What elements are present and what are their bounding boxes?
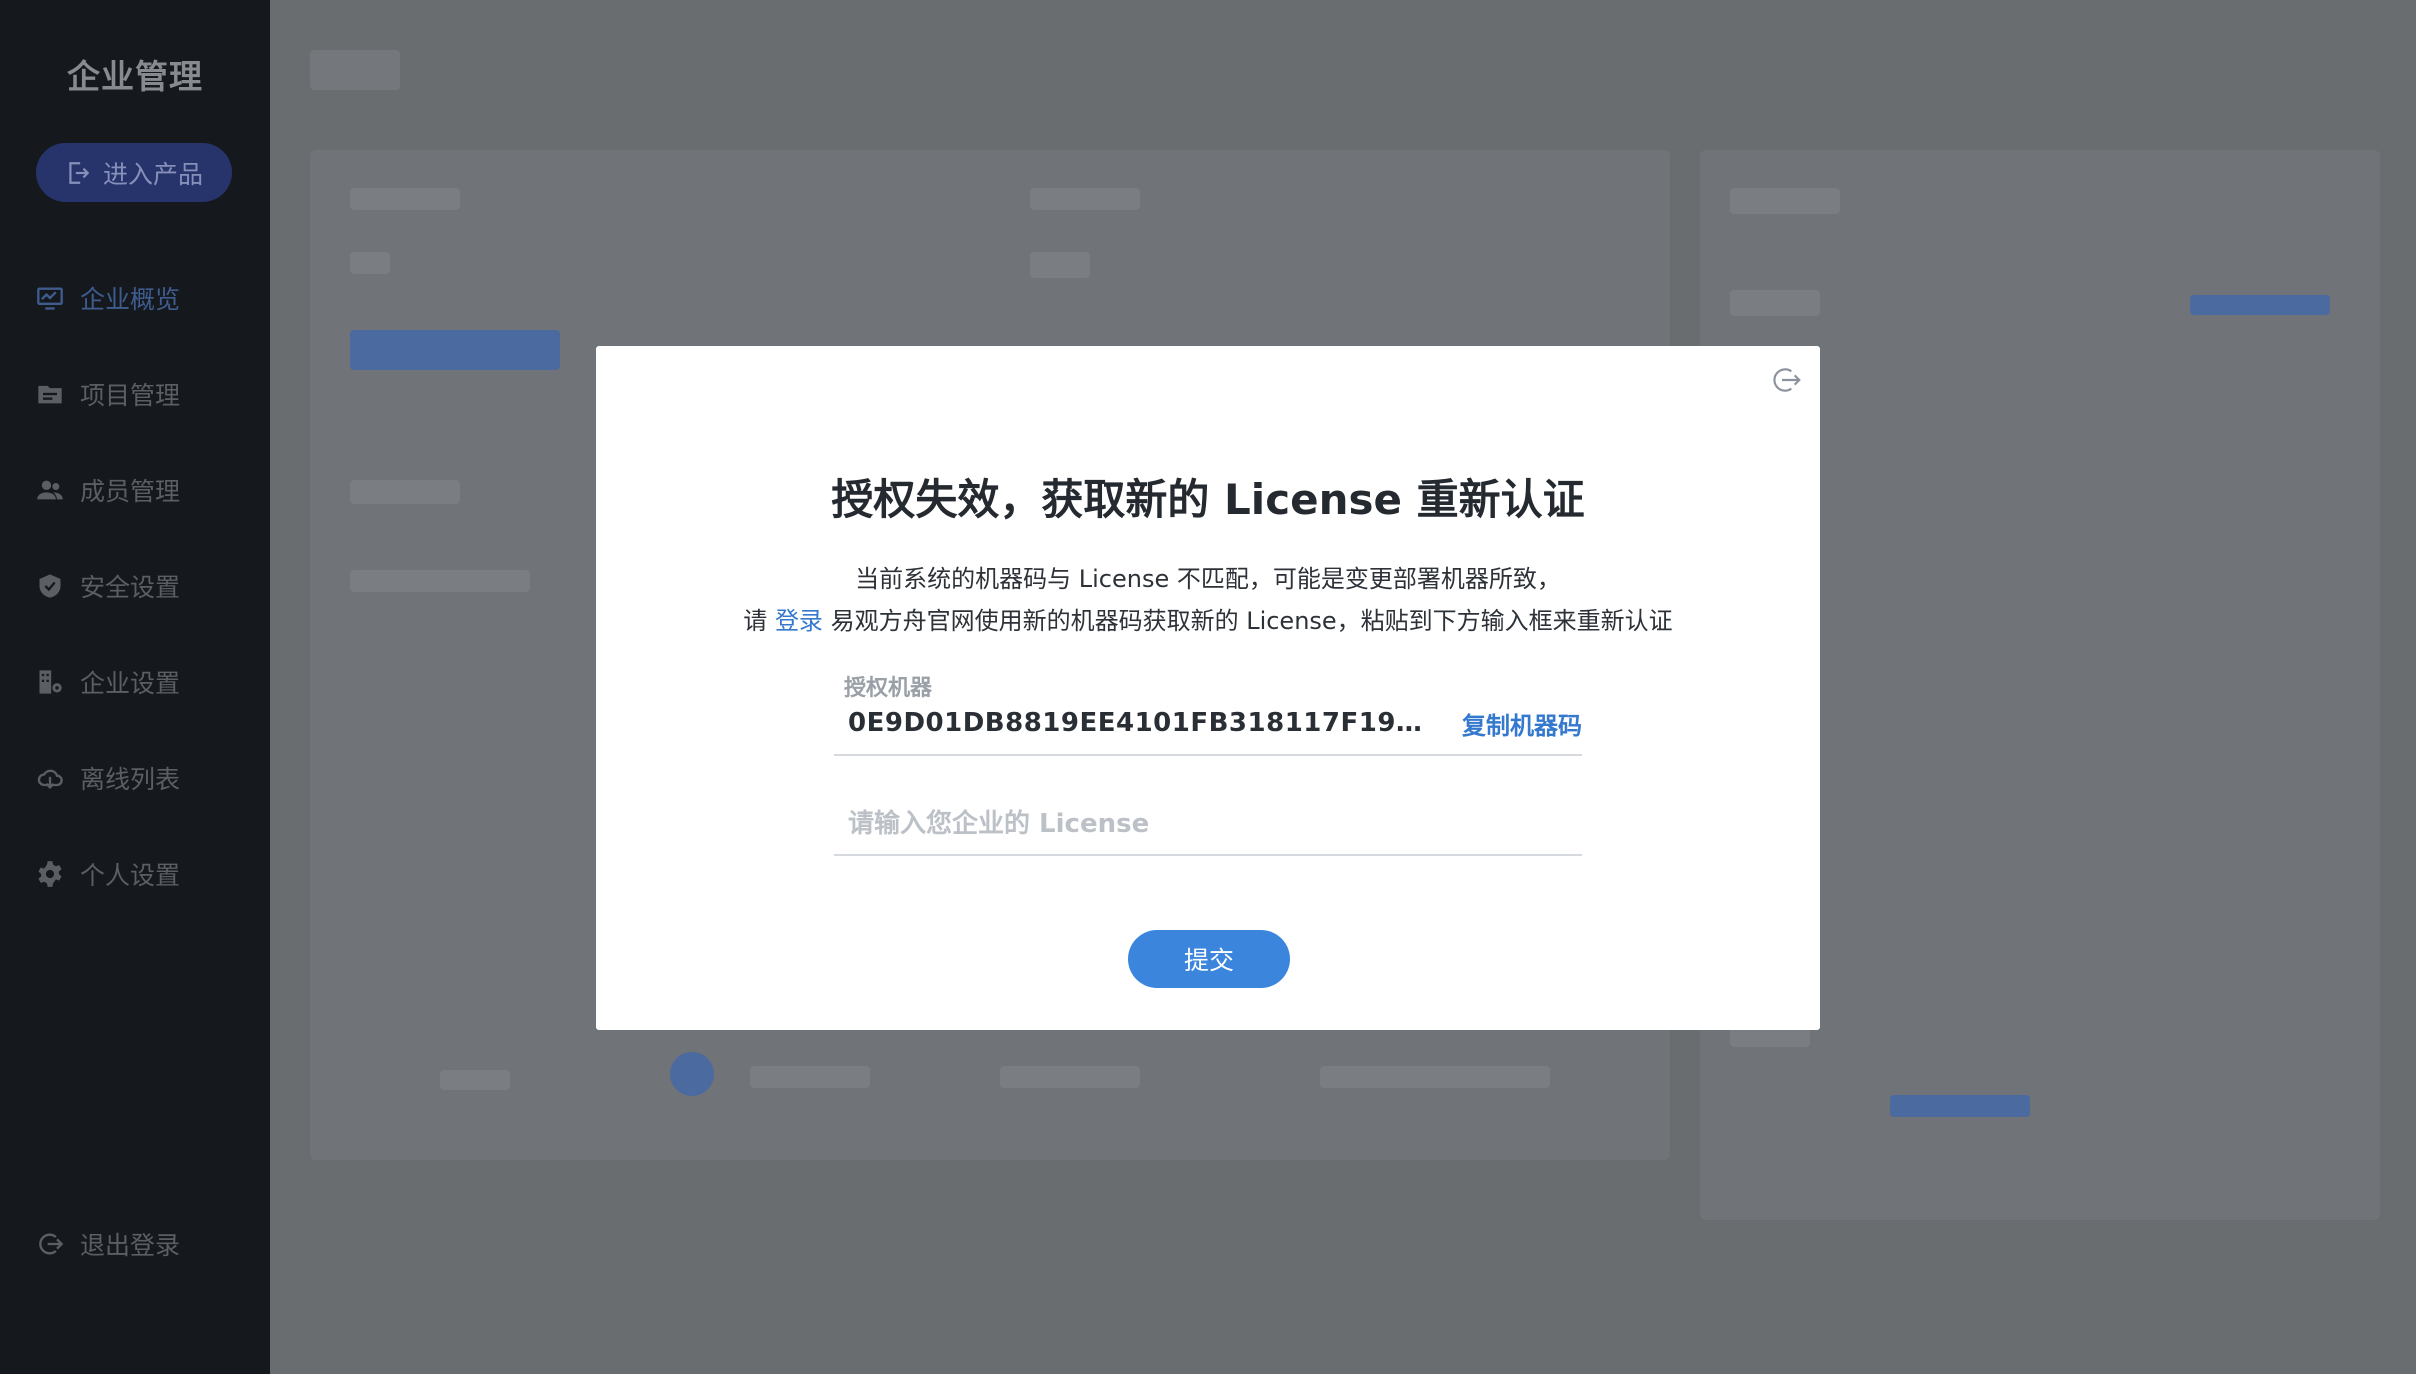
users-icon bbox=[37, 480, 63, 500]
bg-placeholder bbox=[2190, 295, 2330, 315]
bg-placeholder bbox=[1030, 188, 1140, 210]
submit-button[interactable]: 提交 bbox=[1128, 930, 1290, 988]
sidebar-item-security[interactable]: 安全设置 bbox=[0, 538, 270, 634]
sidebar-item-label: 个人设置 bbox=[80, 861, 181, 890]
sidebar-item-overview[interactable]: 企业概览 bbox=[0, 250, 270, 346]
license-field bbox=[834, 794, 1582, 856]
bg-placeholder bbox=[670, 1052, 714, 1096]
sidebar-item-personal-settings[interactable]: 个人设置 bbox=[0, 826, 270, 922]
folder-icon bbox=[38, 385, 62, 404]
copy-machine-code-button[interactable]: 复制机器码 bbox=[1462, 706, 1582, 741]
gear-icon bbox=[38, 861, 62, 887]
modal-description: 当前系统的机器码与 License 不匹配，可能是变更部署机器所致， 请 登录 … bbox=[596, 558, 1820, 642]
bg-placeholder bbox=[750, 1066, 870, 1088]
modal-title: 授权失效，获取新的 License 重新认证 bbox=[831, 475, 1585, 524]
description-suffix: 易观方舟官网使用新的机器码获取新的 License，粘贴到下方输入框来重新认证 bbox=[822, 607, 1673, 635]
enter-product-icon bbox=[69, 161, 90, 184]
sidebar: 企业管理 进入产品 企业概览 项目管理 成员管理 安全设置 企业设置 离线列表 … bbox=[0, 0, 270, 1374]
machine-code-field: 授权机器 0E9D01DB8819EE4101FB318117F19EE902E… bbox=[834, 670, 1582, 756]
sidebar-item-projects[interactable]: 项目管理 bbox=[0, 346, 270, 442]
sidebar-item-offline-list[interactable]: 离线列表 bbox=[0, 730, 270, 826]
license-modal: 授权失效，获取新的 License 重新认证 当前系统的机器码与 License… bbox=[596, 346, 1820, 1030]
sidebar-item-members[interactable]: 成员管理 bbox=[0, 442, 270, 538]
enter-product-button[interactable]: 进入产品 bbox=[36, 143, 232, 202]
sidebar-item-label: 项目管理 bbox=[80, 381, 181, 410]
logout-icon bbox=[39, 1233, 64, 1255]
sidebar-item-company-settings[interactable]: 企业设置 bbox=[0, 634, 270, 730]
logout-label: 退出登录 bbox=[80, 1231, 181, 1260]
sidebar-item-label: 企业设置 bbox=[80, 669, 181, 698]
description-line-1: 当前系统的机器码与 License 不匹配，可能是变更部署机器所致， bbox=[855, 565, 1561, 593]
enter-product-label: 进入产品 bbox=[102, 159, 203, 189]
bg-placeholder bbox=[440, 1070, 510, 1090]
building-gear-icon bbox=[39, 670, 62, 694]
monitor-chart-icon bbox=[37, 287, 63, 310]
machine-code-value: 0E9D01DB8819EE4101FB318117F19EE902E38... bbox=[848, 708, 1438, 738]
sidebar-item-label: 企业概览 bbox=[80, 285, 181, 314]
app-root: 企业管理 进入产品 企业概览 项目管理 成员管理 安全设置 企业设置 离线列表 … bbox=[0, 0, 2416, 1374]
sidebar-item-label: 安全设置 bbox=[80, 573, 181, 602]
description-line-2: 请 登录 易观方舟官网使用新的机器码获取新的 License，粘贴到下方输入框来… bbox=[596, 600, 1820, 642]
bg-placeholder bbox=[1030, 252, 1090, 278]
bg-placeholder bbox=[1000, 1066, 1140, 1088]
bg-placeholder bbox=[1890, 1095, 2030, 1117]
shield-check-icon bbox=[39, 574, 61, 598]
cloud-icon bbox=[37, 769, 63, 789]
description-prefix: 请 bbox=[743, 607, 775, 635]
bg-placeholder bbox=[1320, 1066, 1550, 1088]
sidebar-nav: 企业概览 项目管理 成员管理 安全设置 企业设置 离线列表 个人设置 bbox=[0, 250, 270, 922]
sidebar-item-label: 成员管理 bbox=[80, 477, 181, 506]
logout-button[interactable]: 退出登录 bbox=[36, 1226, 180, 1262]
license-input[interactable] bbox=[834, 794, 1582, 854]
sidebar-item-label: 离线列表 bbox=[80, 765, 181, 794]
bg-placeholder bbox=[350, 252, 390, 274]
bg-placeholder bbox=[1730, 188, 1840, 214]
close-icon bbox=[1773, 368, 1801, 392]
bg-placeholder bbox=[350, 330, 560, 370]
bg-placeholder bbox=[350, 188, 460, 210]
bg-placeholder bbox=[350, 570, 530, 592]
bg-placeholder bbox=[350, 480, 460, 504]
bg-page-title bbox=[310, 50, 400, 90]
sidebar-brand: 企业管理 bbox=[67, 57, 203, 96]
close-button[interactable] bbox=[1770, 364, 1802, 396]
bg-placeholder bbox=[1730, 290, 1820, 316]
machine-code-label: 授权机器 bbox=[844, 676, 933, 701]
login-link[interactable]: 登录 bbox=[775, 607, 823, 635]
